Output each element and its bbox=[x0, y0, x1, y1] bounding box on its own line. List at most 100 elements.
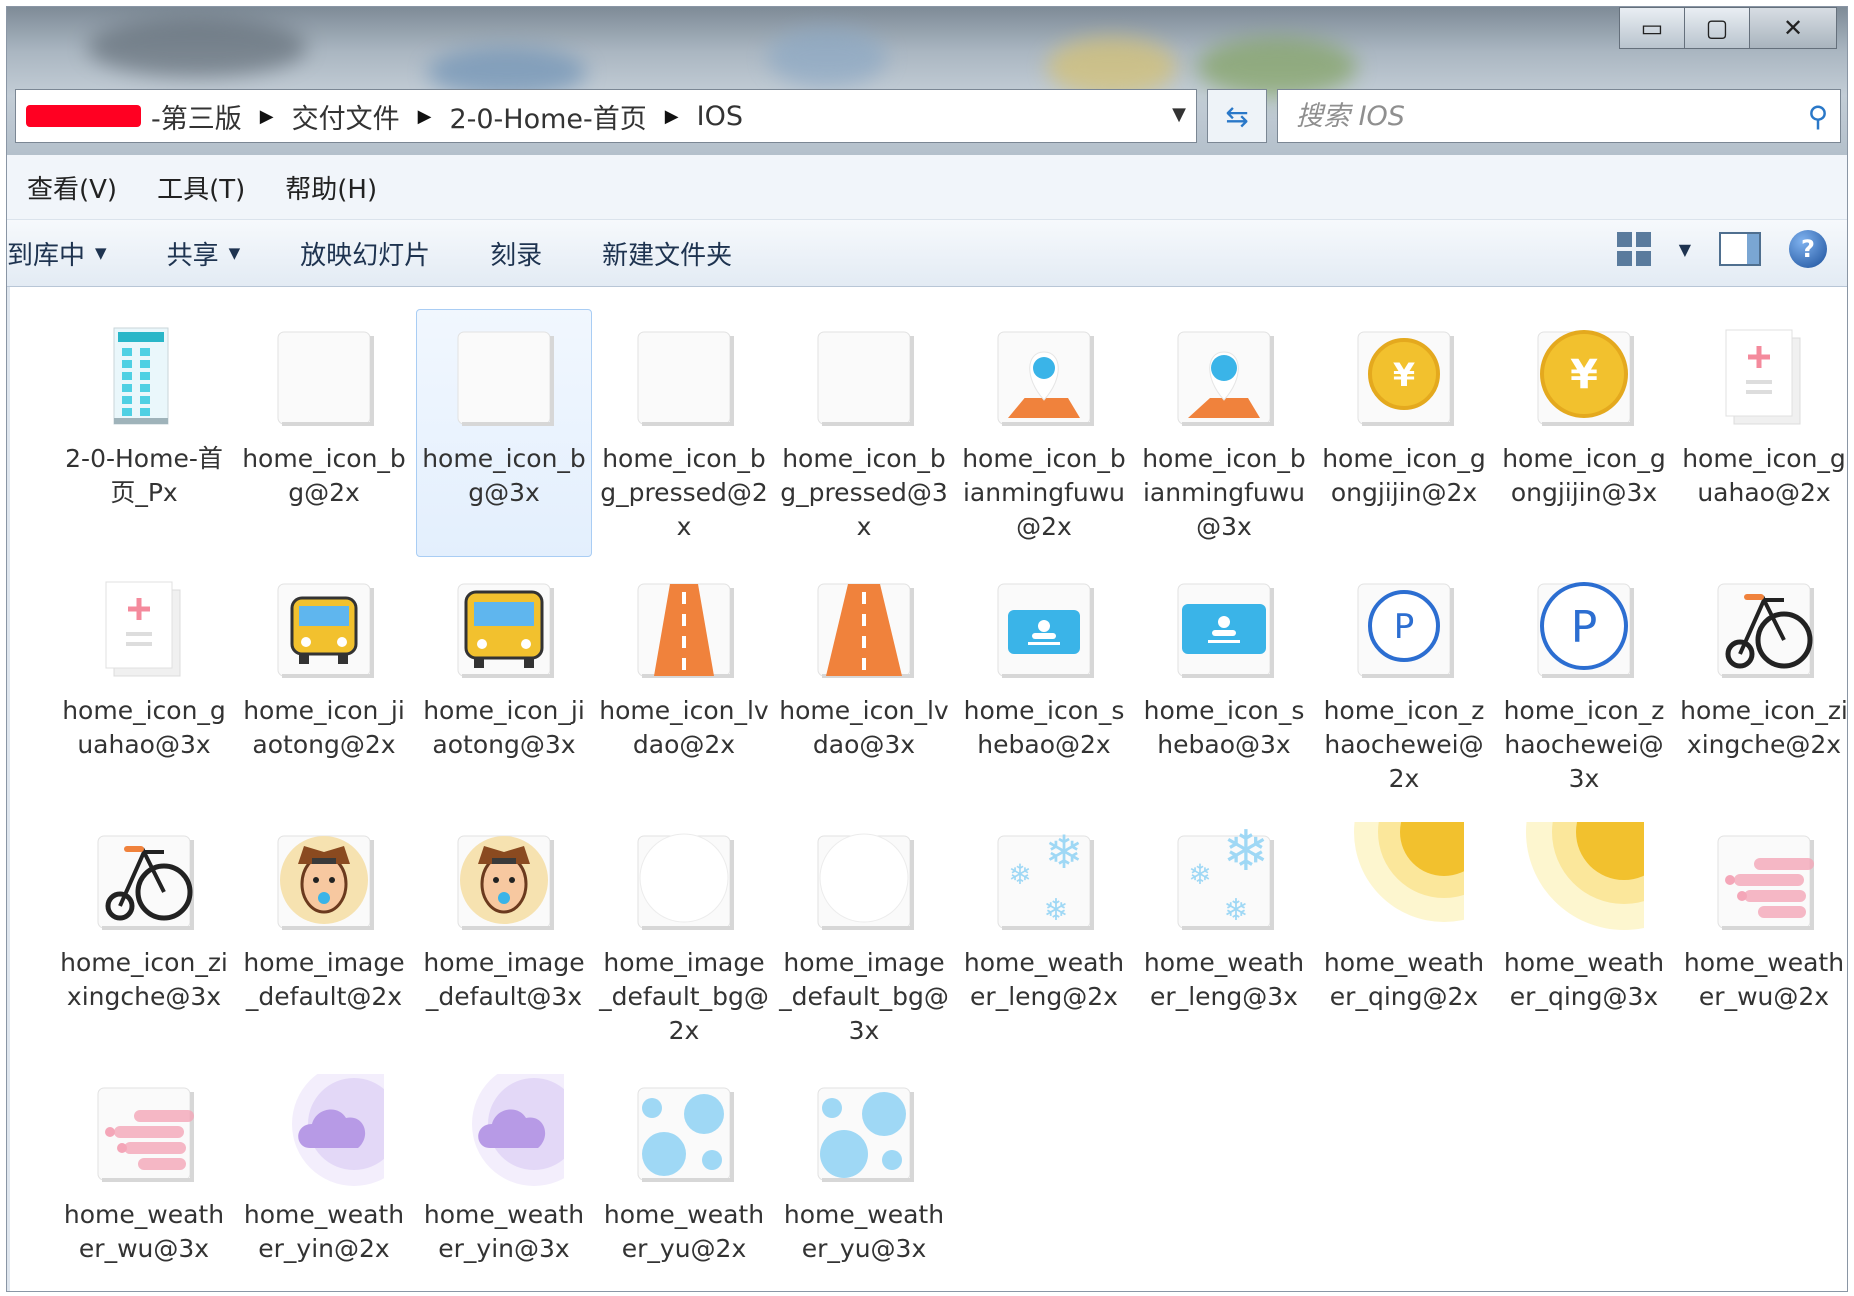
file-item[interactable]: ❄ ❄ ❄ home_weather_leng@3x bbox=[1137, 814, 1311, 1060]
file-name-label: home_icon_jiaotong@3x bbox=[423, 696, 585, 759]
breadcrumb-separator-icon[interactable]: ▶ bbox=[657, 106, 687, 127]
blank-tile-icon bbox=[804, 318, 924, 438]
share-button[interactable]: 共享 ▼ bbox=[137, 235, 271, 272]
search-icon[interactable]: ⚲ bbox=[1796, 100, 1840, 133]
cloud-icon bbox=[264, 1074, 384, 1194]
file-item[interactable]: home_weather_wu@3x bbox=[57, 1066, 231, 1291]
preview-pane-icon[interactable] bbox=[1719, 232, 1761, 266]
file-name-label: home_image_default@2x bbox=[243, 948, 405, 1011]
file-item[interactable]: home_icon_jiaotong@2x bbox=[237, 562, 411, 808]
address-bar[interactable]: -第三版 ▶ 交付文件 ▶ 2-0-Home-首页 ▶ IOS ▼ bbox=[15, 89, 1197, 143]
file-item[interactable]: home_image_default_bg@3x bbox=[777, 814, 951, 1060]
menu-help[interactable]: 帮助(H) bbox=[265, 169, 397, 206]
file-item[interactable]: ¥ home_icon_gongjijin@3x bbox=[1497, 310, 1671, 556]
file-item[interactable]: home_icon_bg_pressed@2x bbox=[597, 310, 771, 556]
maximize-button[interactable]: ▢ bbox=[1684, 7, 1750, 49]
file-item[interactable]: home_icon_bianmingfuwu@3x bbox=[1137, 310, 1311, 556]
file-name-label: home_weather_wu@3x bbox=[63, 1200, 225, 1263]
change-view-icon[interactable] bbox=[1616, 232, 1651, 266]
file-name-label: home_icon_jiaotong@2x bbox=[243, 696, 405, 759]
breadcrumb-separator-icon[interactable]: ▶ bbox=[410, 106, 440, 127]
file-name-label: home_image_default_bg@2x bbox=[599, 948, 769, 1045]
burn-button[interactable]: 刻录 bbox=[460, 235, 572, 272]
file-item[interactable]: home_icon_guahao@2x bbox=[1677, 310, 1847, 556]
file-name-label: home_icon_bg@3x bbox=[422, 444, 586, 507]
blank-tile-icon bbox=[264, 318, 384, 438]
file-item[interactable]: home_icon_bianmingfuwu@2x bbox=[957, 310, 1131, 556]
slideshow-label: 放映幻灯片 bbox=[300, 240, 431, 271]
file-item[interactable]: home_icon_lvdao@2x bbox=[597, 562, 771, 808]
file-name-label: home_icon_gongjijin@2x bbox=[1322, 444, 1486, 507]
file-item[interactable]: home_weather_yin@3x bbox=[417, 1066, 591, 1291]
cloud-icon bbox=[444, 1074, 564, 1194]
breadcrumb-item[interactable]: -第三版 bbox=[141, 97, 252, 136]
search-input[interactable] bbox=[1278, 99, 1796, 133]
file-name-label: home_icon_lvdao@2x bbox=[599, 696, 769, 759]
refresh-button[interactable]: ⇆ bbox=[1207, 89, 1267, 143]
file-name-label: home_weather_leng@2x bbox=[963, 948, 1125, 1011]
file-item[interactable]: home_icon_shebao@2x bbox=[957, 562, 1131, 808]
menu-tools[interactable]: 工具(T) bbox=[137, 169, 265, 206]
new-folder-label: 新建文件夹 bbox=[602, 240, 733, 271]
svg-text:❄: ❄ bbox=[1223, 822, 1270, 884]
close-button[interactable]: ✕ bbox=[1749, 7, 1837, 49]
file-item[interactable]: home_weather_wu@2x bbox=[1677, 814, 1847, 1060]
file-name-label: home_icon_zhaochewei@3x bbox=[1503, 696, 1665, 793]
new-folder-button[interactable]: 新建文件夹 bbox=[572, 235, 762, 272]
parking-icon: P bbox=[1344, 570, 1464, 690]
include-in-library-button[interactable]: 到库中 ▼ bbox=[7, 235, 137, 272]
bicycle-icon bbox=[1704, 570, 1824, 690]
file-item[interactable]: home_weather_qing@2x bbox=[1317, 814, 1491, 1060]
file-item[interactable]: home_image_default_bg@2x bbox=[597, 814, 771, 1060]
explorer-window: ▭ ▢ ✕ -第三版 ▶ 交付文件 ▶ 2-0-Home-首页 ▶ IOS ▼ … bbox=[6, 6, 1848, 1292]
help-icon[interactable]: ? bbox=[1789, 230, 1827, 268]
yen-coin-icon: ¥ bbox=[1344, 318, 1464, 438]
file-item[interactable]: home_icon_bg_pressed@3x bbox=[777, 310, 951, 556]
file-item[interactable]: home_icon_zixingche@3x bbox=[57, 814, 231, 1060]
chevron-down-icon: ▼ bbox=[95, 244, 107, 262]
redacted-path-segment bbox=[26, 105, 141, 127]
file-item[interactable]: home_image_default@2x bbox=[237, 814, 411, 1060]
file-item[interactable]: ¥ home_icon_gongjijin@2x bbox=[1317, 310, 1491, 556]
breadcrumb-separator-icon[interactable]: ▶ bbox=[252, 106, 282, 127]
file-item[interactable]: Phome_icon_zhaochewei@2x bbox=[1317, 562, 1491, 808]
file-item[interactable]: home_weather_yu@2x bbox=[597, 1066, 771, 1291]
file-name-label: home_icon_bianmingfuwu@2x bbox=[962, 444, 1126, 541]
breadcrumb-item[interactable]: 交付文件 bbox=[282, 97, 410, 136]
svg-text:¥: ¥ bbox=[1393, 356, 1415, 394]
file-item[interactable]: home_icon_shebao@3x bbox=[1137, 562, 1311, 808]
file-item[interactable]: home_weather_yin@2x bbox=[237, 1066, 411, 1291]
address-dropdown-icon[interactable]: ▼ bbox=[1172, 104, 1186, 125]
slideshow-button[interactable]: 放映幻灯片 bbox=[270, 235, 460, 272]
svg-text:❄: ❄ bbox=[1188, 858, 1211, 891]
minimize-button[interactable]: ▭ bbox=[1619, 7, 1685, 49]
file-item[interactable]: ❄ ❄ ❄ home_weather_leng@2x bbox=[957, 814, 1131, 1060]
file-item[interactable]: home_icon_jiaotong@3x bbox=[417, 562, 591, 808]
file-name-label: home_weather_qing@3x bbox=[1503, 948, 1665, 1011]
file-item[interactable]: home_image_default@3x bbox=[417, 814, 591, 1060]
parking-icon: P bbox=[1524, 570, 1644, 690]
file-item[interactable]: home_icon_bg@2x bbox=[237, 310, 411, 556]
breadcrumb-item[interactable]: 2-0-Home-首页 bbox=[439, 97, 656, 136]
file-item[interactable]: 2-0-Home-首页_Px bbox=[57, 310, 231, 556]
id-card-icon bbox=[984, 570, 1104, 690]
include-in-library-label: 到库中 bbox=[7, 240, 86, 271]
file-item[interactable]: home_icon_zixingche@2x bbox=[1677, 562, 1847, 808]
file-name-label: home_icon_gongjijin@3x bbox=[1502, 444, 1666, 507]
file-name-label: home_weather_leng@3x bbox=[1143, 948, 1305, 1011]
file-name-label: home_weather_yu@3x bbox=[783, 1200, 945, 1263]
file-name-label: home_icon_zhaochewei@2x bbox=[1323, 696, 1485, 793]
search-box[interactable]: ⚲ bbox=[1277, 89, 1841, 143]
file-item[interactable]: home_icon_guahao@3x bbox=[57, 562, 231, 808]
file-item[interactable]: home_weather_qing@3x bbox=[1497, 814, 1671, 1060]
file-item[interactable]: home_icon_bg@3x bbox=[416, 309, 592, 557]
menu-view[interactable]: 查看(V) bbox=[7, 169, 137, 206]
file-name-label: home_icon_zixingche@3x bbox=[60, 948, 228, 1011]
file-item[interactable]: home_weather_yu@3x bbox=[777, 1066, 951, 1291]
breadcrumb-item[interactable]: IOS bbox=[687, 101, 753, 132]
svg-text:❄: ❄ bbox=[1223, 893, 1248, 928]
file-item[interactable]: Phome_icon_zhaochewei@3x bbox=[1497, 562, 1671, 808]
view-options-chevron-icon[interactable]: ▼ bbox=[1679, 240, 1691, 259]
file-item[interactable]: home_icon_lvdao@3x bbox=[777, 562, 951, 808]
refresh-icon: ⇆ bbox=[1225, 99, 1249, 133]
